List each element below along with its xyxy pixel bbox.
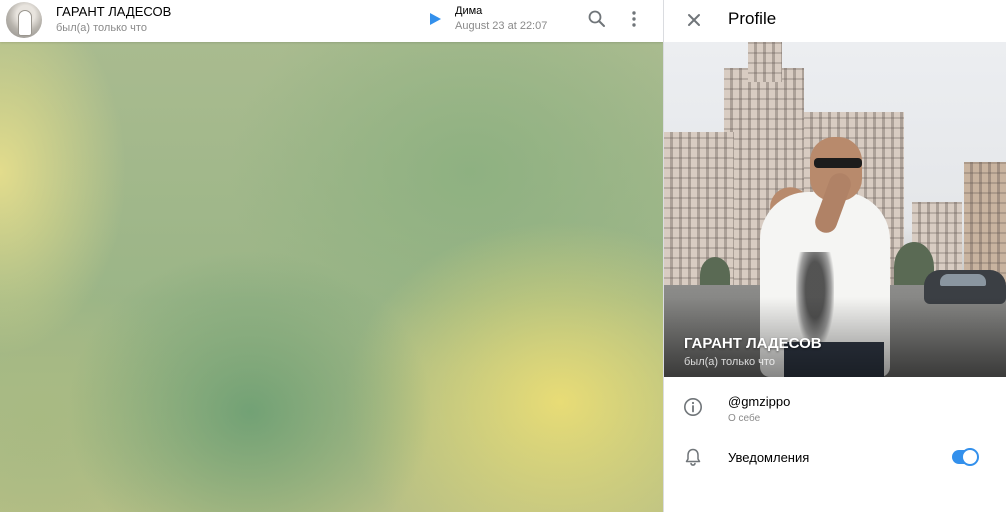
more-vertical-icon — [632, 11, 636, 27]
bell-icon — [685, 448, 701, 466]
chat-background — [0, 42, 663, 512]
chat-title[interactable]: ГАРАНТ ЛАДЕСОВ — [56, 4, 171, 19]
search-icon — [588, 10, 605, 27]
pinned-audio[interactable]: Дима August 23 at 22:07 — [424, 4, 574, 36]
profile-panel: Profile ГАРАНТ ЛАДЕСОВ был(а) только что… — [663, 0, 1006, 512]
profile-title: Profile — [728, 9, 777, 28]
search-button[interactable] — [584, 6, 610, 32]
profile-status: был(а) только что — [684, 356, 775, 368]
chat-panel: ГАРАНТ ЛАДЕСОВ был(а) только что Дима Au… — [0, 0, 663, 512]
pinned-author: Дима — [455, 5, 483, 17]
avatar[interactable] — [6, 2, 42, 38]
notifications-label: Уведомления — [728, 450, 810, 465]
building-tower — [748, 42, 782, 82]
chat-status: был(а) только что — [56, 22, 147, 34]
notifications-toggle[interactable] — [952, 448, 979, 466]
username-caption: О себе — [728, 413, 761, 424]
close-icon — [688, 14, 700, 26]
close-button[interactable] — [682, 8, 706, 32]
pinned-date: August 23 at 22:07 — [455, 20, 548, 32]
username-row[interactable]: @gmzippo О себе — [664, 386, 1006, 434]
profile-photo[interactable]: ГАРАНТ ЛАДЕСОВ был(а) только что — [664, 42, 1006, 377]
sunglasses — [814, 158, 862, 168]
username: @gmzippo — [728, 394, 791, 409]
play-icon[interactable] — [430, 13, 441, 25]
notifications-row[interactable]: Уведомления — [664, 440, 1006, 476]
more-button[interactable] — [621, 6, 647, 32]
info-icon — [684, 398, 702, 416]
chat-header[interactable]: ГАРАНТ ЛАДЕСОВ был(а) только что Дима Au… — [0, 0, 663, 42]
profile-header: Profile — [664, 0, 1006, 42]
profile-name: ГАРАНТ ЛАДЕСОВ — [684, 335, 822, 352]
